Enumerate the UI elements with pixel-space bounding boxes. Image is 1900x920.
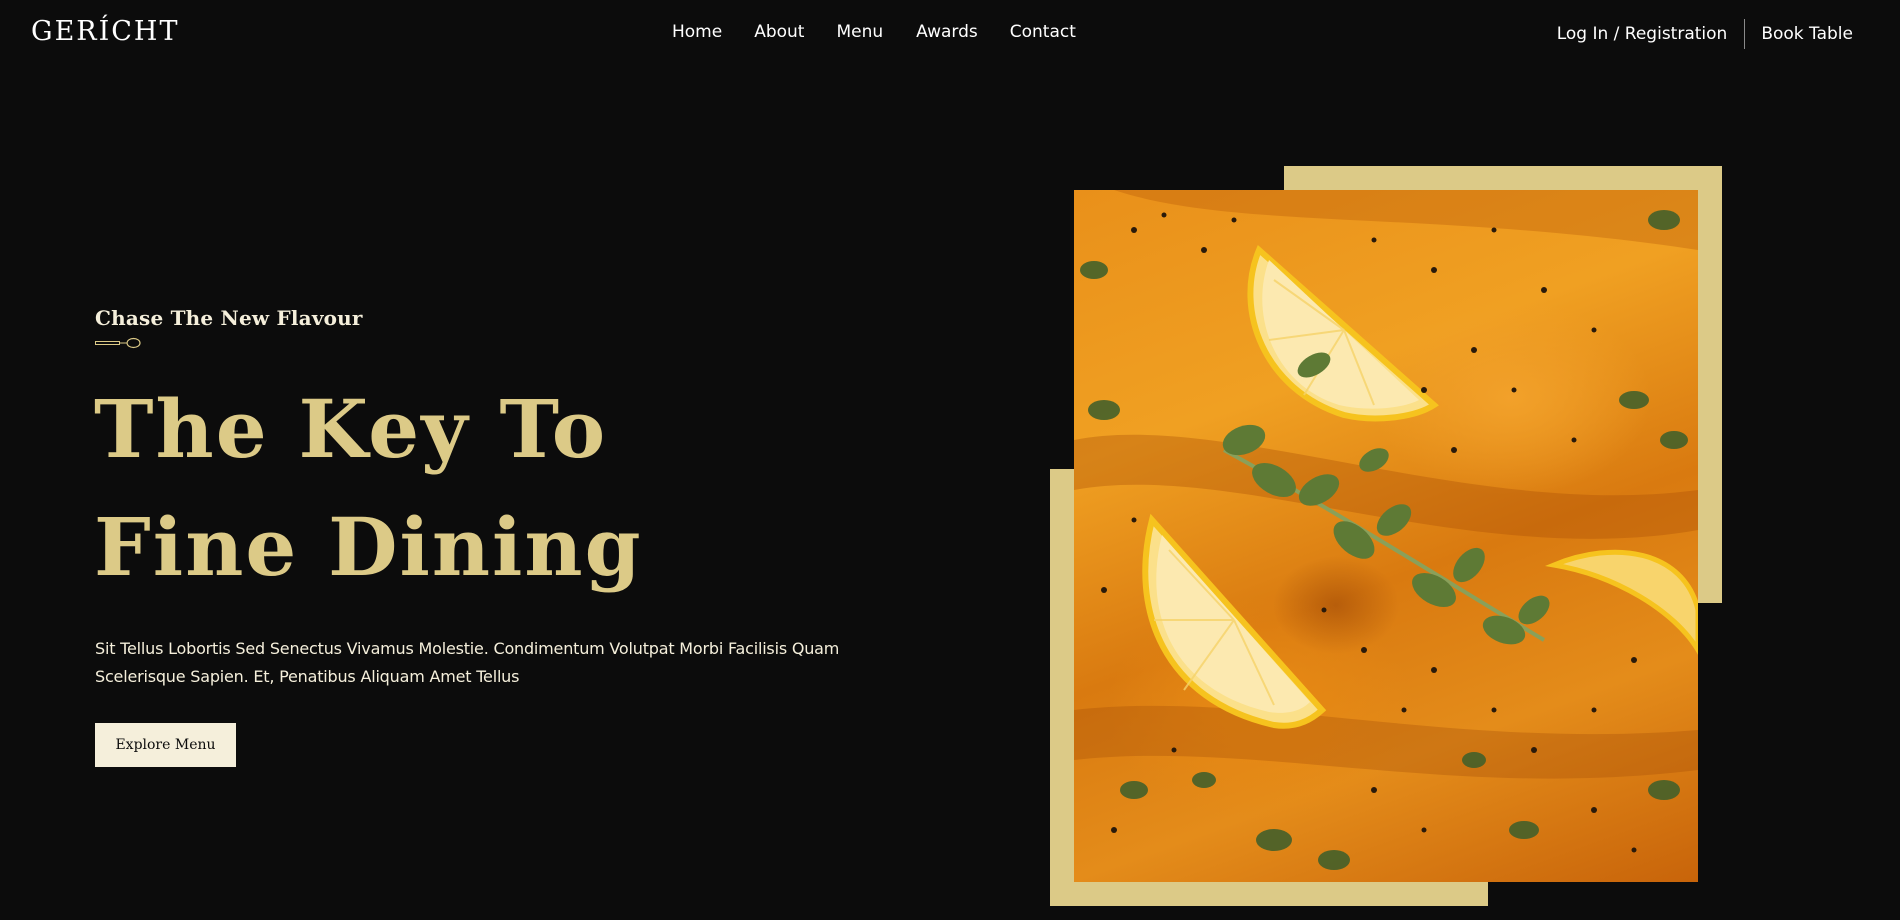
nav-link-about[interactable]: About [754, 22, 804, 42]
hero-subtitle: Chase The New Flavour [95, 306, 363, 330]
hero-title: The Key To Fine Dining [94, 382, 643, 594]
lemon-slice-top [1247, 244, 1439, 422]
navbar: GERÍCHT Home About Menu Awards Contact L… [0, 0, 1900, 68]
spoon-icon [95, 337, 141, 349]
food-illustration [1074, 190, 1698, 870]
explore-menu-button[interactable]: Explore Menu [95, 723, 236, 767]
hero-description: Sit Tellus Lobortis Sed Senectus Vivamus… [95, 639, 840, 686]
lemon-slice-right [1545, 549, 1698, 655]
nav-divider [1744, 19, 1746, 49]
nav-actions: Log In / Registration Book Table [1557, 19, 1853, 49]
nav-links: Home About Menu Awards Contact [672, 22, 1076, 42]
nav-link-home[interactable]: Home [672, 22, 722, 42]
logo[interactable]: GERÍCHT [31, 16, 180, 47]
nav-link-menu[interactable]: Menu [836, 22, 883, 42]
nav-link-awards[interactable]: Awards [916, 22, 978, 42]
nav-link-contact[interactable]: Contact [1010, 22, 1076, 42]
hero-food-image [1074, 190, 1698, 882]
lemon-slice-bottom [1142, 513, 1327, 729]
login-registration-link[interactable]: Log In / Registration [1557, 24, 1728, 44]
book-table-link[interactable]: Book Table [1761, 24, 1853, 44]
